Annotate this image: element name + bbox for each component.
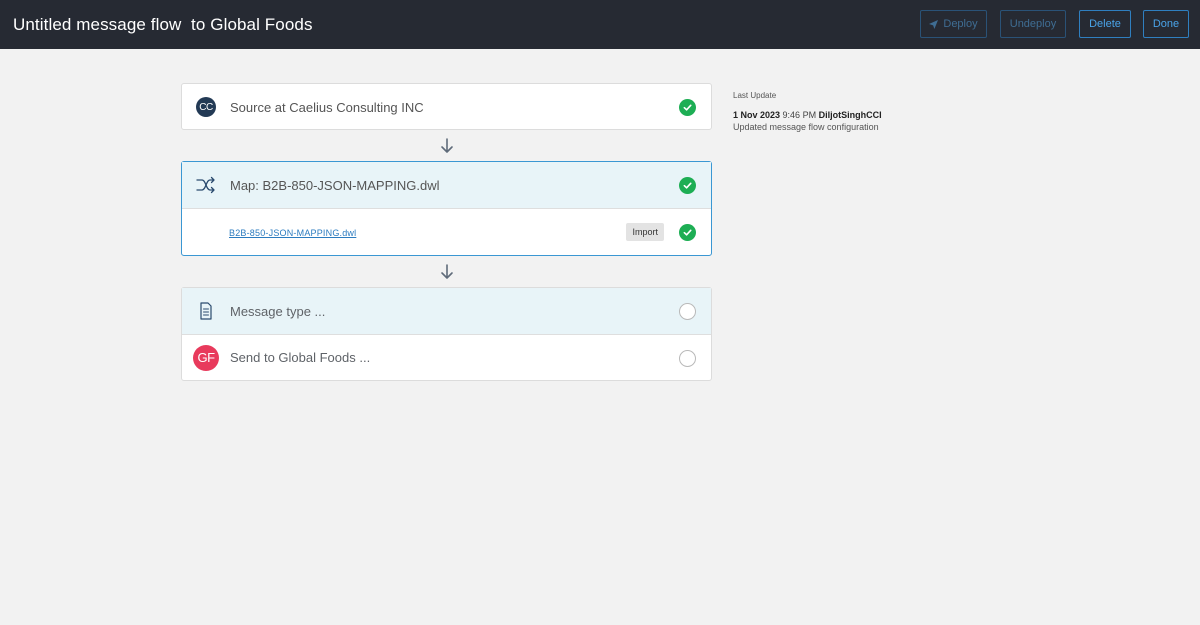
map-row[interactable]: Map: B2B-850-JSON-MAPPING.dwl [182,162,711,208]
message-type-row[interactable]: Message type ... [182,288,711,334]
undeploy-button[interactable]: Undeploy [1000,10,1066,38]
done-button[interactable]: Done [1143,10,1189,38]
top-bar: Untitled message flow to Global Foods De… [0,0,1200,49]
source-label: Source at Caelius Consulting INC [230,99,424,115]
map-label: Map: B2B-850-JSON-MAPPING.dwl [230,177,440,193]
shuffle-map-icon [196,176,215,194]
source-row[interactable]: CC Source at Caelius Consulting INC [182,84,711,130]
check-circle-icon [679,177,696,194]
map-card[interactable]: Map: B2B-850-JSON-MAPPING.dwl B2B-850-JS… [181,161,712,256]
mapping-file-link[interactable]: B2B-850-JSON-MAPPING.dwl [229,228,356,238]
send-icon [929,19,939,29]
last-update-heading: Last Update [733,91,777,100]
arrow-down-icon [441,138,453,153]
last-update-date: 1 Nov 2023 [733,110,781,120]
target-label: Send to Global Foods ... [230,350,371,365]
last-update-user: DiljotSinghCCI [818,110,882,120]
message-type-label: Message type ... [230,303,326,319]
last-update-line: 1 Nov 2023 9:46 PM DiljotSinghCCI [733,110,882,120]
last-update-time: 9:46 PM [782,110,817,120]
target-card: Message type ... GF Send to Global Foods… [181,287,712,381]
target-row[interactable]: GF Send to Global Foods ... [182,334,711,380]
document-icon [200,302,212,320]
last-update-panel: Last Update 1 Nov 2023 9:46 PM DiljotSin… [733,91,882,132]
deploy-label: Deploy [943,18,978,30]
delete-button[interactable]: Delete [1079,10,1131,38]
map-file-row: B2B-850-JSON-MAPPING.dwl Import [182,208,711,254]
last-update-description: Updated message flow configuration [733,122,879,132]
check-circle-icon [679,99,696,116]
source-avatar: CC [196,97,216,117]
empty-status-circle-icon [679,303,696,320]
empty-status-circle-icon [679,350,696,367]
arrow-down-icon [441,264,453,279]
deploy-button[interactable]: Deploy [920,10,987,38]
target-avatar: GF [193,344,219,371]
check-circle-icon [679,224,696,241]
import-button[interactable]: Import [626,223,664,241]
source-card[interactable]: CC Source at Caelius Consulting INC [181,83,712,130]
